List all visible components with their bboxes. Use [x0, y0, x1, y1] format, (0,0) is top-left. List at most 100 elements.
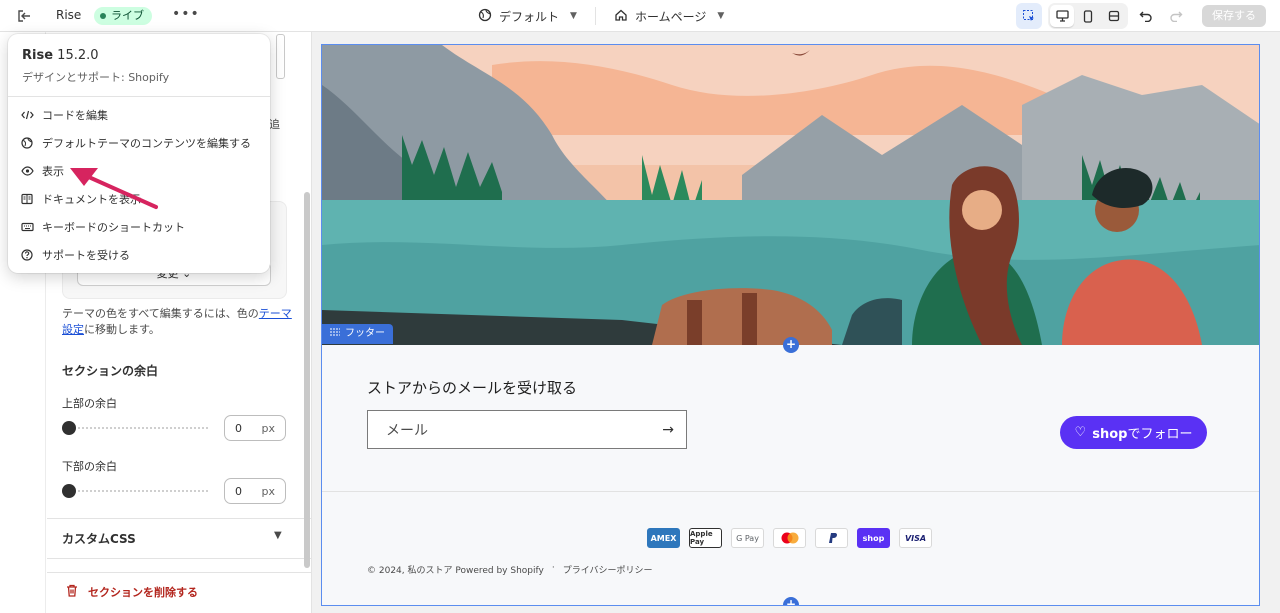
inspector-icon[interactable] — [1016, 3, 1042, 29]
footer-section-tag[interactable]: フッター — [322, 324, 393, 344]
save-button[interactable]: 保存する — [1202, 5, 1266, 27]
chevron-down-icon: ▼ — [570, 11, 577, 21]
mobile-icon[interactable] — [1076, 5, 1100, 27]
menu-theme-name: Rise — [22, 48, 54, 63]
bottom-padding-label: 下部の余白 — [62, 460, 117, 473]
divider — [47, 572, 312, 573]
section-grid-icon — [330, 324, 340, 344]
menu-item-edit-default-content[interactable]: デフォルトテーマのコンテンツを編集する — [20, 133, 251, 153]
menu-item-edit-code[interactable]: コードを編集 — [20, 105, 108, 125]
footer-tag-label: フッター — [345, 328, 385, 339]
slider-thumb[interactable] — [62, 484, 76, 498]
desc-prefix: テーマの色をすべて編集するには、色の — [62, 307, 259, 320]
menu-item-view[interactable]: 表示 — [20, 161, 64, 181]
top-bar: Rise ライブ ••• デフォルト ▼ ホームページ ▼ 保存する — [0, 0, 1280, 32]
home-icon — [614, 8, 628, 25]
privacy-policy-link[interactable]: プライバシーポリシー — [563, 563, 653, 576]
globe-icon — [20, 136, 34, 150]
template-selector-label: デフォルト — [499, 9, 560, 24]
template-selector[interactable]: デフォルト ▼ — [478, 8, 577, 25]
shop-follow-label: shopでフォロー — [1092, 423, 1192, 442]
help-icon — [20, 248, 34, 262]
trash-icon — [66, 584, 78, 600]
shop-follow-button[interactable]: ♡ shopでフォロー — [1060, 416, 1207, 449]
top-padding-input[interactable]: 0 px — [224, 415, 286, 441]
copyright: © 2024, 私のストア Powered by Shopify · プライバシ… — [367, 563, 653, 576]
theme-actions-menu: Rise 15.2.0 デザインとサポート: Shopify コードを編集 デフ… — [8, 34, 270, 273]
google-pay-icon: G Pay — [731, 528, 764, 548]
desc-suffix: に移動します。 — [84, 323, 160, 336]
mastercard-icon — [773, 528, 806, 548]
top-padding-slider[interactable] — [62, 421, 210, 435]
hero-illustration — [322, 45, 1259, 345]
paypal-icon — [815, 528, 848, 548]
menu-item-label: サポートを受ける — [42, 249, 130, 262]
email-placeholder: メール — [386, 422, 428, 439]
undo-icon[interactable] — [1134, 4, 1158, 28]
page-selectors: デフォルト ▼ ホームページ ▼ — [478, 7, 724, 25]
bottom-padding-input[interactable]: 0 px — [224, 478, 286, 504]
heart-icon: ♡ — [1074, 425, 1087, 440]
follow-text: でフォロー — [1127, 427, 1193, 442]
custom-css-toggle[interactable]: カスタムCSS — [62, 530, 136, 547]
store-preview: フッター + ストアからのメールを受け取る メール → ♡ shopでフォロー … — [321, 44, 1260, 606]
bottom-padding-slider[interactable] — [62, 484, 210, 498]
truncated-text: 追 — [269, 118, 280, 131]
color-description: テーマの色をすべて編集するには、色のテーマ設定に移動します。 — [62, 306, 292, 338]
menu-item-label: コードを編集 — [42, 109, 108, 122]
divider — [8, 96, 270, 97]
chevron-down-icon: ▼ — [717, 11, 725, 21]
theme-name[interactable]: Rise — [56, 8, 81, 22]
visa-icon: VISA — [899, 528, 932, 548]
slider-track — [62, 490, 210, 492]
fullscreen-icon[interactable] — [1102, 5, 1126, 27]
payment-icons: AMEX Apple Pay G Pay shop VISA — [647, 528, 932, 548]
page-selector[interactable]: ホームページ ▼ — [614, 8, 724, 25]
newsletter-title: ストアからのメールを受け取る — [367, 379, 578, 397]
live-dot-icon — [100, 13, 106, 19]
menu-theme-version: 15.2.0 — [57, 48, 99, 63]
menu-item-label: デフォルトテーマのコンテンツを編集する — [42, 137, 251, 150]
add-section-plus-icon[interactable]: + — [783, 337, 799, 353]
top-padding-label: 上部の余白 — [62, 397, 117, 410]
menu-item-get-support[interactable]: サポートを受ける — [20, 245, 130, 265]
menu-subtitle: デザインとサポート: Shopify — [22, 71, 170, 84]
redo-icon[interactable] — [1164, 4, 1188, 28]
add-section-plus-icon[interactable]: + — [783, 597, 799, 605]
apple-pay-icon: Apple Pay — [689, 528, 722, 548]
delete-section-label: セクションを削除する — [88, 586, 198, 599]
panel-scroll-thumb-upper[interactable] — [276, 34, 285, 79]
shop-wordmark: shop — [1092, 427, 1128, 442]
eye-icon — [20, 164, 34, 178]
divider — [47, 558, 312, 559]
desktop-icon[interactable] — [1050, 5, 1074, 27]
copyright-text: © 2024, 私のストア Powered by Shopify — [367, 566, 544, 576]
globe-icon — [478, 8, 492, 25]
live-badge-label: ライブ — [111, 9, 144, 22]
slider-thumb[interactable] — [62, 421, 76, 435]
exit-icon[interactable] — [16, 8, 34, 24]
device-toggle — [1048, 3, 1128, 29]
chevron-down-icon[interactable]: ▼ — [274, 530, 282, 541]
menu-item-label: キーボードのショートカット — [42, 221, 185, 234]
more-actions-button[interactable]: ••• — [172, 6, 200, 22]
unit-label: px — [261, 484, 276, 498]
live-badge: ライブ — [94, 7, 152, 25]
arrow-right-icon[interactable]: → — [662, 422, 674, 438]
bottom-padding-value: 0 — [235, 484, 242, 498]
email-input[interactable]: メール → — [367, 410, 687, 449]
menu-item-keyboard-shortcuts[interactable]: キーボードのショートカット — [20, 217, 185, 237]
shop-pay-icon: shop — [857, 528, 890, 548]
section-padding-heading: セクションの余白 — [62, 364, 159, 378]
menu-header: Rise 15.2.0 デザインとサポート: Shopify — [22, 48, 169, 85]
divider — [594, 7, 596, 25]
annotation-arrow-icon — [70, 168, 158, 209]
top-padding-value: 0 — [235, 421, 242, 435]
delete-section-button[interactable]: セクションを削除する — [66, 584, 198, 600]
page-selector-label: ホームページ — [634, 9, 707, 24]
book-icon — [20, 192, 34, 206]
divider — [47, 518, 312, 519]
panel-scrollbar[interactable] — [304, 192, 310, 568]
keyboard-icon — [20, 220, 34, 234]
toolbar-right: 保存する — [1016, 3, 1266, 29]
